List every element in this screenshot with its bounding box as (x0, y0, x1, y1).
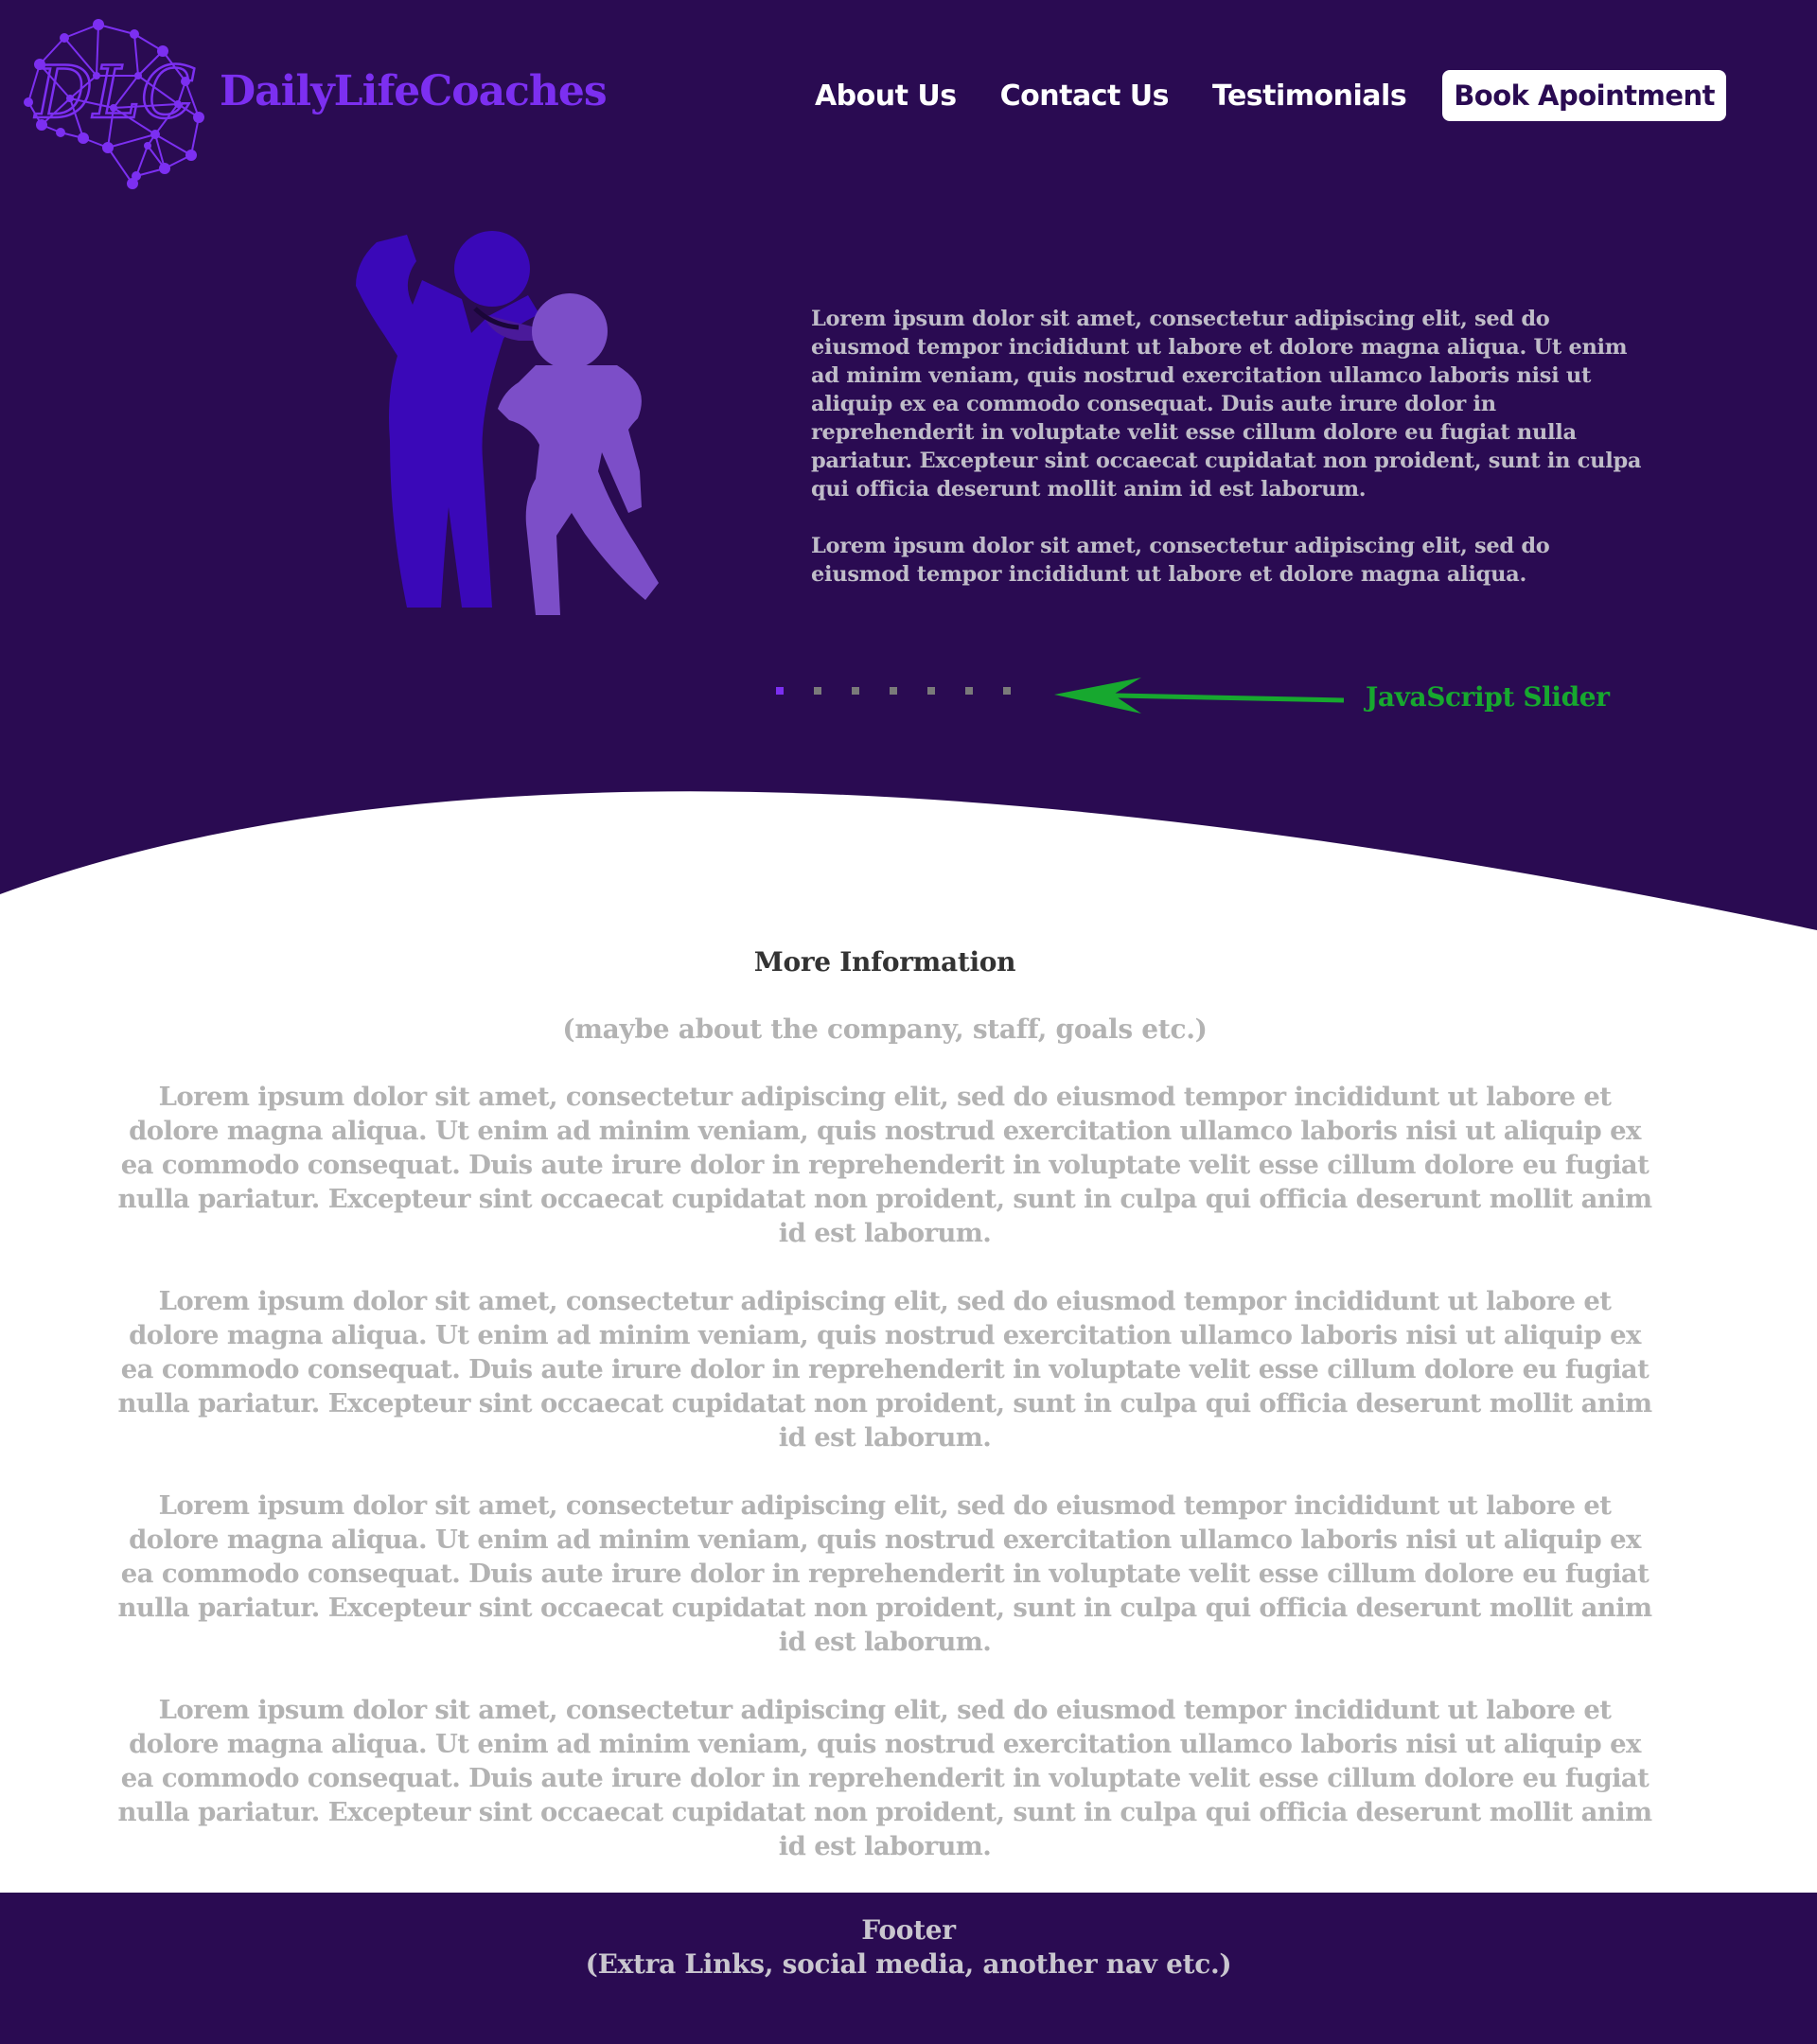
info-paragraph: Lorem ipsum dolor sit amet, consectetur … (117, 1286, 1652, 1453)
hero-section: DLC DailyLifeCoaches About Us Contact Us… (0, 0, 1817, 965)
book-appointment-button[interactable]: Book Apointment (1442, 70, 1726, 121)
slider-dot[interactable] (1003, 687, 1011, 695)
slider-dot[interactable] (814, 687, 821, 695)
slider-dot[interactable] (965, 687, 973, 695)
footer: Footer (Extra Links, social media, anoth… (0, 1893, 1817, 2044)
two-people-support-icon (356, 231, 659, 615)
brand-name[interactable]: DailyLifeCoaches (220, 67, 608, 115)
slider-dot[interactable] (852, 687, 859, 695)
info-title: More Information (753, 946, 1016, 978)
hero-paragraph: Lorem ipsum dolor sit amet, consectetur … (811, 534, 1550, 587)
footer-title: Footer (861, 1914, 956, 1946)
brain-network-icon: DLC (24, 19, 204, 189)
main-nav: About Us Contact Us Testimonials Book Ap… (771, 70, 1726, 121)
hero-text: Lorem ipsum dolor sit amet, consectetur … (811, 305, 1644, 617)
slider-dot[interactable] (927, 687, 935, 695)
brand-logo[interactable]: DLC DailyLifeCoaches (23, 13, 608, 195)
slider-annotation: JavaScript Slider (1366, 681, 1610, 713)
logo-letters: DLC (33, 50, 196, 134)
more-information-section: More Information (maybe about the compan… (114, 946, 1656, 1897)
info-paragraph: Lorem ipsum dolor sit amet, consectetur … (117, 1082, 1652, 1248)
slider-dot[interactable] (890, 687, 897, 695)
slider-dot[interactable] (776, 687, 784, 695)
info-paragraph: Lorem ipsum dolor sit amet, consectetur … (117, 1490, 1652, 1657)
hero-paragraph: Lorem ipsum dolor sit amet, consectetur … (811, 307, 1642, 502)
nav-contact-us[interactable]: Contact Us (1000, 79, 1170, 113)
info-paragraph: Lorem ipsum dolor sit amet, consectetur … (117, 1695, 1652, 1861)
slider-dots (776, 687, 1041, 695)
info-paragraphs: Lorem ipsum dolor sit amet, consectetur … (114, 1080, 1656, 1863)
nav-about-us[interactable]: About Us (815, 79, 957, 113)
arrow-left-icon (1054, 678, 1344, 714)
hero-curve-divider (0, 791, 1817, 965)
info-subtitle: (maybe about the company, staff, goals e… (562, 1013, 1208, 1045)
nav-testimonials[interactable]: Testimonials (1212, 79, 1407, 113)
footer-subtitle: (Extra Links, social media, another nav … (585, 1948, 1232, 1980)
